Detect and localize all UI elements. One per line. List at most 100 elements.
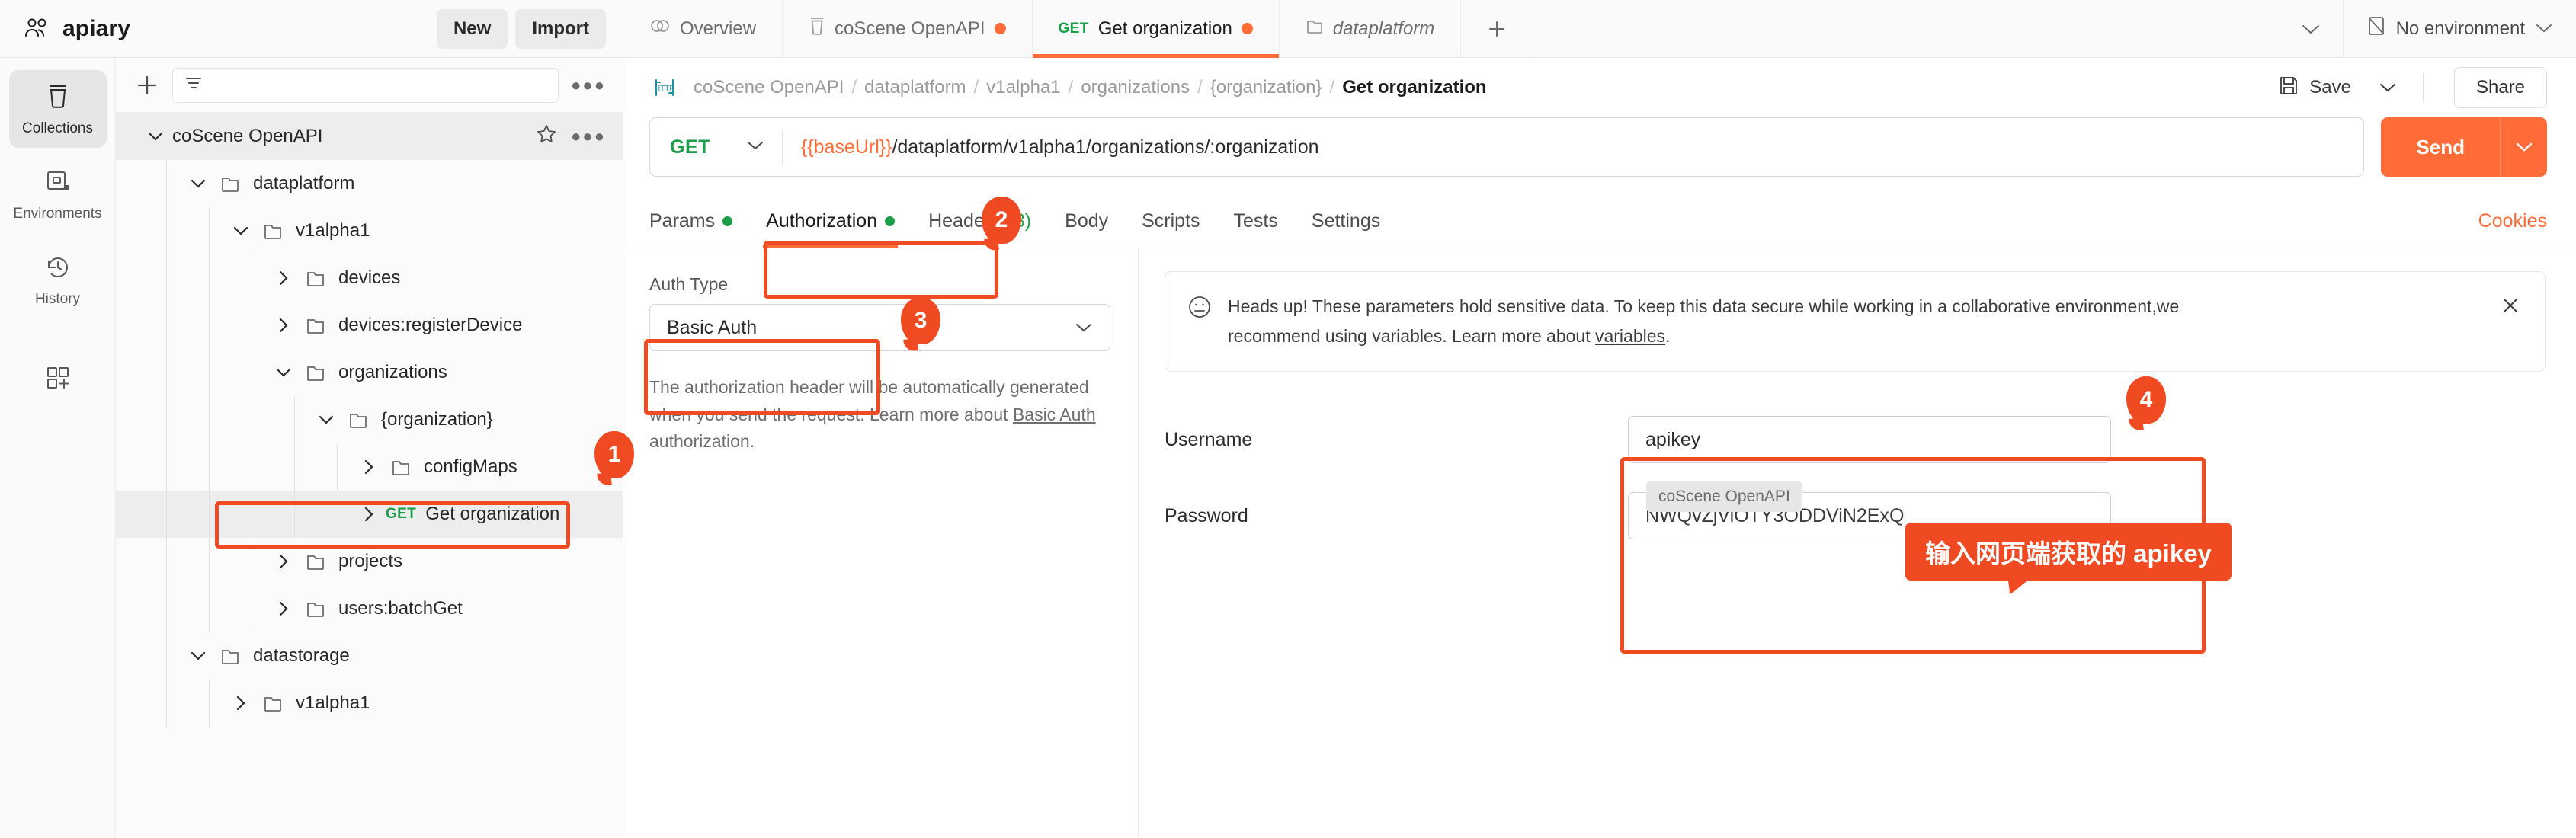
breadcrumb-item[interactable]: dataplatform	[864, 77, 966, 98]
tree-item-devices[interactable]: devices	[116, 254, 623, 302]
tree-item-config-maps[interactable]: configMaps	[116, 443, 623, 491]
tree-item-devices-register-device[interactable]: devices:registerDevice	[116, 302, 623, 349]
auth-type-select[interactable]: Basic Auth	[649, 304, 1110, 351]
brand-name: apiary	[62, 15, 130, 41]
headers-count: (8)	[1008, 210, 1032, 232]
tab-get-organization[interactable]: GET Get organization	[1032, 0, 1280, 58]
collection-tooltip: coScene OpenAPI	[1646, 481, 1802, 513]
rail-item-history[interactable]: History	[9, 242, 107, 318]
tab-settings[interactable]: Settings	[1295, 210, 1397, 248]
new-button[interactable]: New	[436, 8, 508, 49]
main-body: Collections Environments History ●●● coS…	[0, 58, 2576, 838]
rail-item-collections[interactable]: Collections	[8, 70, 107, 148]
add-tab-button[interactable]	[1461, 0, 1534, 57]
share-button[interactable]: Share	[2453, 67, 2547, 108]
filter-input[interactable]	[172, 67, 559, 103]
tree-item-v1alpha1[interactable]: v1alpha1	[116, 207, 623, 254]
rail-item-environments[interactable]: Environments	[9, 157, 107, 233]
tree-item-organizations[interactable]: organizations	[116, 349, 623, 396]
variables-link[interactable]: variables	[1595, 326, 1665, 346]
breadcrumb-separator: /	[1068, 77, 1074, 98]
tab-label: Authorization	[766, 210, 878, 232]
username-label: Username	[1165, 428, 1253, 450]
left-rail: Collections Environments History	[0, 58, 116, 838]
tab-tests[interactable]: Tests	[1217, 210, 1295, 248]
basic-auth-link[interactable]: Basic Auth	[1013, 405, 1096, 424]
tree-item-label: v1alpha1	[296, 692, 370, 713]
tree-item-label: coScene OpenAPI	[172, 126, 323, 146]
request-subtabs: Params Authorization Headers (8) Body Sc…	[623, 184, 2576, 248]
tree-item-label: Get organization	[425, 504, 560, 524]
tree-item-coscene-openapi[interactable]: coScene OpenAPI ●●●	[116, 113, 623, 160]
http-protocol-icon: HTTP	[649, 72, 680, 103]
tree-item-datastorage[interactable]: datastorage	[116, 632, 623, 680]
close-icon[interactable]	[2499, 294, 2522, 321]
tab-method-badge: GET	[1058, 20, 1089, 37]
tab-label: Get organization	[1097, 18, 1232, 39]
save-button[interactable]: Save	[2277, 74, 2351, 102]
breadcrumb-separator: /	[1329, 77, 1335, 98]
breadcrumb-item[interactable]: v1alpha1	[986, 77, 1060, 98]
tab-params[interactable]: Params	[649, 210, 749, 248]
breadcrumb-item[interactable]: organizations	[1081, 77, 1190, 98]
tree-item-dataplatform[interactable]: dataplatform	[116, 160, 623, 207]
chevron-down-icon[interactable]	[139, 130, 172, 142]
send-options-chevron-down-icon[interactable]	[2500, 117, 2547, 177]
tree-item-organization-param[interactable]: {organization}	[116, 396, 623, 443]
url-variable: {{baseUrl}}	[800, 136, 892, 158]
save-dropdown-chevron-down-icon[interactable]	[2379, 82, 2397, 94]
tree-item-label: dataplatform	[253, 173, 355, 194]
tab-overview[interactable]: Overview	[623, 0, 783, 57]
collections-more-icon[interactable]: ●●●	[571, 75, 606, 95]
tab-scripts[interactable]: Scripts	[1125, 210, 1216, 248]
password-label: Password	[1165, 504, 1248, 526]
tab-dataplatform[interactable]: dataplatform	[1280, 0, 1462, 57]
filter-icon	[184, 75, 203, 95]
chevron-down-icon	[745, 139, 765, 155]
cookies-link[interactable]: Cookies	[2478, 210, 2547, 248]
star-icon[interactable]	[536, 123, 557, 150]
chevron-down-icon[interactable]	[224, 225, 258, 237]
tree-item-projects[interactable]: projects	[116, 538, 623, 585]
send-button[interactable]: Send	[2381, 117, 2500, 177]
tree-item-label: {organization}	[381, 409, 493, 430]
tree-item-get-organization[interactable]: GET Get organization	[116, 491, 623, 538]
chevron-down-icon[interactable]	[181, 178, 215, 190]
auth-right-pane: Heads up! These parameters hold sensitiv…	[1139, 248, 2576, 838]
chevron-right-icon[interactable]	[267, 552, 300, 571]
tab-coscene-openapi[interactable]: coScene OpenAPI	[783, 0, 1033, 57]
plus-icon[interactable]	[134, 72, 160, 98]
chevron-down-icon[interactable]	[309, 414, 343, 426]
environment-icon	[45, 169, 71, 199]
folder-icon	[215, 645, 245, 667]
method-selector[interactable]: GET	[650, 136, 782, 158]
rail-item-new-module[interactable]	[9, 353, 107, 405]
tree-item-datastorage-v1alpha1[interactable]: v1alpha1	[116, 680, 623, 727]
breadcrumb-item[interactable]: {organization}	[1210, 77, 1322, 98]
breadcrumb-separator: /	[973, 77, 979, 98]
tree-row-more-icon[interactable]: ●●●	[571, 126, 606, 146]
notice-line1: Heads up! These parameters hold sensitiv…	[1228, 296, 2180, 316]
tab-headers[interactable]: Headers (8)	[912, 210, 1048, 248]
chevron-right-icon[interactable]	[352, 458, 386, 476]
import-button[interactable]: Import	[515, 8, 606, 49]
username-input[interactable]: apikey	[1628, 416, 2111, 464]
chevron-right-icon[interactable]	[224, 694, 258, 712]
rail-label: Environments	[13, 206, 102, 222]
url-input[interactable]: {{baseUrl}}/dataplatform/v1alpha1/organi…	[783, 136, 2364, 158]
breadcrumb-item[interactable]: coScene OpenAPI	[694, 77, 844, 98]
tree-item-users-batch-get[interactable]: users:batchGet	[116, 585, 623, 632]
chevron-down-icon[interactable]	[267, 366, 300, 379]
chevron-down-icon[interactable]	[181, 650, 215, 662]
chevron-down-icon	[1075, 317, 1093, 339]
chevron-right-icon[interactable]	[352, 505, 386, 523]
chevron-right-icon[interactable]	[267, 600, 300, 618]
chevron-right-icon[interactable]	[267, 316, 300, 334]
tab-authorization[interactable]: Authorization	[749, 210, 912, 248]
auth-help-text: The authorization header will be automat…	[649, 374, 1110, 456]
tab-label: Scripts	[1142, 210, 1200, 232]
tab-list-chevron-down-icon[interactable]	[2279, 0, 2343, 57]
chevron-right-icon[interactable]	[267, 269, 300, 287]
environment-selector[interactable]: No environment	[2342, 0, 2576, 57]
tab-body[interactable]: Body	[1048, 210, 1125, 248]
